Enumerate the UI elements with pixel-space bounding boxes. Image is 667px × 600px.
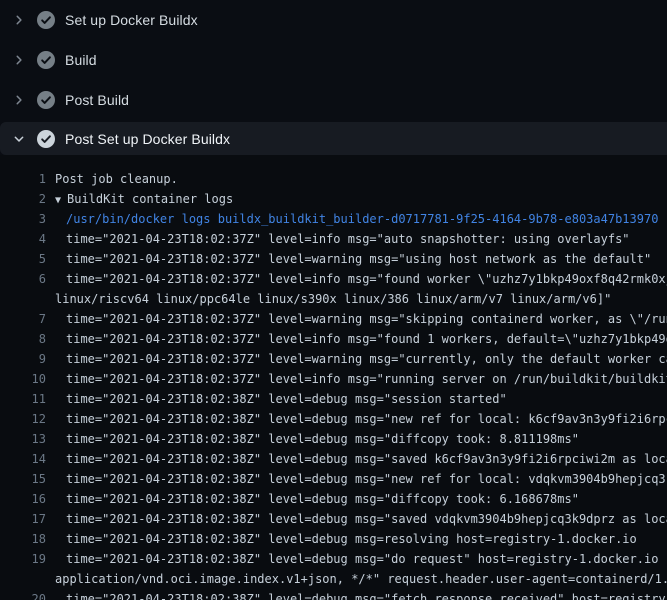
log-line: 15 time="2021-04-23T18:02:38Z" level=debu… [0,469,667,489]
log-text: time="2021-04-23T18:02:37Z" level=warnin… [66,249,651,269]
step-row-post-build[interactable]: Post Build [0,80,667,120]
chevron-right-icon [11,53,26,68]
log-line: 18 time="2021-04-23T18:02:38Z" level=debu… [0,529,667,549]
log-line: 11 time="2021-04-23T18:02:38Z" level=debu… [0,389,667,409]
step-row-post-setup-docker-buildx[interactable]: Post Set up Docker Buildx [0,122,667,155]
line-number[interactable]: 20 [0,589,46,600]
log-text: Post job cleanup. [55,169,178,189]
log-line: 14 time="2021-04-23T18:02:38Z" level=debu… [0,449,667,469]
line-number[interactable]: 12 [0,409,46,429]
line-number[interactable]: 10 [0,369,46,389]
log-line: 13 time="2021-04-23T18:02:38Z" level=debu… [0,429,667,449]
step-label: Post Set up Docker Buildx [65,131,230,147]
check-circle-icon [37,51,55,69]
log-line: 9 time="2021-04-23T18:02:37Z" level=warni… [0,349,667,369]
step-label: Build [65,52,97,68]
check-circle-icon [37,11,55,29]
log-text: application/vnd.oci.image.index.v1+json,… [55,569,667,589]
line-number[interactable]: 1 [0,169,46,189]
log-line: 17 time="2021-04-23T18:02:38Z" level=debu… [0,509,667,529]
line-number[interactable]: 7 [0,309,46,329]
line-number[interactable]: 18 [0,529,46,549]
line-number[interactable]: 4 [0,229,46,249]
log-line: 1 Post job cleanup. [0,169,667,189]
log-line: 4 time="2021-04-23T18:02:37Z" level=info … [0,229,667,249]
log-line: 19 time="2021-04-23T18:02:38Z" level=debu… [0,549,667,569]
line-number[interactable]: 11 [0,389,46,409]
log-text: time="2021-04-23T18:02:38Z" level=debug … [66,449,667,469]
log-text: time="2021-04-23T18:02:37Z" level=info m… [66,329,667,349]
steps-list: Set up Docker Buildx Build Post Build [0,0,667,120]
log-line: 3/usr/bin/docker logs buildx_buildkit_bu… [0,209,667,229]
log-lines: 1 Post job cleanup. 2 ▼BuildKit container l… [0,155,667,600]
log-text: time="2021-04-23T18:02:38Z" level=debug … [66,549,667,569]
log-group-label: BuildKit container logs [67,192,233,206]
line-number[interactable]: 6 [0,269,46,289]
line-number[interactable]: 16 [0,489,46,509]
line-number[interactable]: 19 [0,549,46,569]
line-number[interactable]: 13 [0,429,46,449]
log-text: time="2021-04-23T18:02:37Z" level=info m… [66,229,630,249]
check-circle-icon [37,91,55,109]
log-line: 10 time="2021-04-23T18:02:37Z" level=info… [0,369,667,389]
log-text: time="2021-04-23T18:02:37Z" level=info m… [66,269,667,289]
step-label: Set up Docker Buildx [65,12,198,28]
log-text: time="2021-04-23T18:02:38Z" level=debug … [66,469,667,489]
line-number [0,569,46,589]
log-line: 2 ▼BuildKit container logs [0,189,667,209]
log-text: time="2021-04-23T18:02:38Z" level=debug … [66,489,579,509]
log-line: 7 time="2021-04-23T18:02:37Z" level=warni… [0,309,667,329]
log-text: time="2021-04-23T18:02:38Z" level=debug … [66,509,667,529]
line-number[interactable]: 15 [0,469,46,489]
log-text: time="2021-04-23T18:02:38Z" level=debug … [66,429,579,449]
log-line: 8 time="2021-04-23T18:02:37Z" level=info … [0,329,667,349]
line-number[interactable]: 2 [0,189,46,209]
log-text: time="2021-04-23T18:02:37Z" level=info m… [66,369,667,389]
line-number[interactable]: 8 [0,329,46,349]
log-text: time="2021-04-23T18:02:38Z" level=debug … [66,529,637,549]
line-number[interactable]: 14 [0,449,46,469]
line-number[interactable]: 5 [0,249,46,269]
chevron-right-icon [11,93,26,108]
step-label: Post Build [65,92,129,108]
log-line: 16 time="2021-04-23T18:02:38Z" level=debu… [0,489,667,509]
check-circle-icon [37,130,55,148]
step-row-setup-docker-buildx[interactable]: Set up Docker Buildx [0,0,667,40]
log-text: time="2021-04-23T18:02:38Z" level=debug … [66,589,667,600]
log-text: time="2021-04-23T18:02:37Z" level=warnin… [66,349,667,369]
log-text: ▼BuildKit container logs [55,189,233,209]
chevron-down-icon [11,131,26,146]
log-line: application/vnd.oci.image.index.v1+json,… [0,569,667,589]
log-line: 5 time="2021-04-23T18:02:37Z" level=warni… [0,249,667,269]
log-line: 6 time="2021-04-23T18:02:37Z" level=info … [0,269,667,289]
workflow-log-viewer: Set up Docker Buildx Build Post Build [0,0,667,600]
log-line: 20 time="2021-04-23T18:02:38Z" level=debu… [0,589,667,600]
line-number[interactable]: 9 [0,349,46,369]
chevron-right-icon [11,13,26,28]
log-line: linux/riscv64 linux/ppc64le linux/s390x … [0,289,667,309]
line-number[interactable]: 17 [0,509,46,529]
log-text: time="2021-04-23T18:02:37Z" level=warnin… [66,309,667,329]
log-text: linux/riscv64 linux/ppc64le linux/s390x … [55,289,611,309]
step-row-build[interactable]: Build [0,40,667,80]
line-number[interactable]: 3 [0,209,46,229]
line-number [0,289,46,309]
log-group-toggle-icon[interactable]: ▼ [55,191,67,211]
log-command-text: /usr/bin/docker logs buildx_buildkit_bui… [66,209,658,229]
log-line: 12 time="2021-04-23T18:02:38Z" level=debu… [0,409,667,429]
log-text: time="2021-04-23T18:02:38Z" level=debug … [66,409,667,429]
log-text: time="2021-04-23T18:02:38Z" level=debug … [66,389,507,409]
